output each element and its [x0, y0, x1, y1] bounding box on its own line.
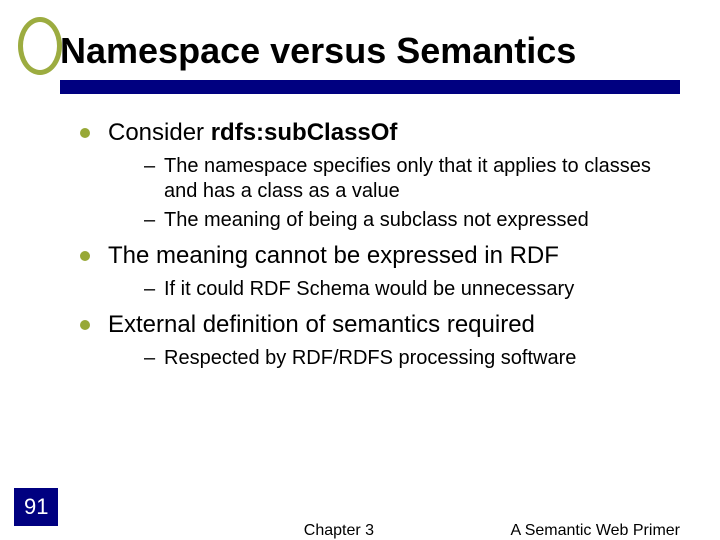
bullet-item: External definition of semantics require…: [80, 310, 680, 371]
slide-body: Consider rdfs:subClassOf The namespace s…: [0, 94, 720, 371]
bullet-text: Consider: [108, 119, 211, 146]
sub-item: The meaning of being a subclass not expr…: [144, 208, 680, 233]
sub-item: Respected by RDF/RDFS processing softwar…: [144, 346, 680, 371]
title-block: Namespace versus Semantics: [0, 0, 720, 94]
title-underline: [60, 80, 680, 94]
sub-item: The namespace specifies only that it app…: [144, 154, 680, 204]
page-number: 91: [14, 488, 58, 526]
sub-item: If it could RDF Schema would be unnecess…: [144, 277, 680, 302]
footer-right: A Semantic Web Primer: [510, 522, 680, 540]
bullet-list: Consider rdfs:subClassOf The namespace s…: [80, 118, 680, 371]
bullet-bold: rdfs:subClassOf: [211, 119, 398, 146]
sub-list: The namespace specifies only that it app…: [108, 154, 680, 233]
slide-title: Namespace versus Semantics: [60, 30, 680, 72]
sub-list: If it could RDF Schema would be unnecess…: [108, 277, 680, 302]
sub-list: Respected by RDF/RDFS processing softwar…: [108, 346, 680, 371]
bullet-item: The meaning cannot be expressed in RDF I…: [80, 241, 680, 302]
bullet-text: The meaning cannot be expressed in RDF: [108, 242, 559, 269]
bullet-text: External definition of semantics require…: [108, 311, 535, 338]
footer-center: Chapter 3: [304, 522, 374, 540]
bullet-item: Consider rdfs:subClassOf The namespace s…: [80, 118, 680, 233]
slide: Namespace versus Semantics Consider rdfs…: [0, 0, 720, 540]
